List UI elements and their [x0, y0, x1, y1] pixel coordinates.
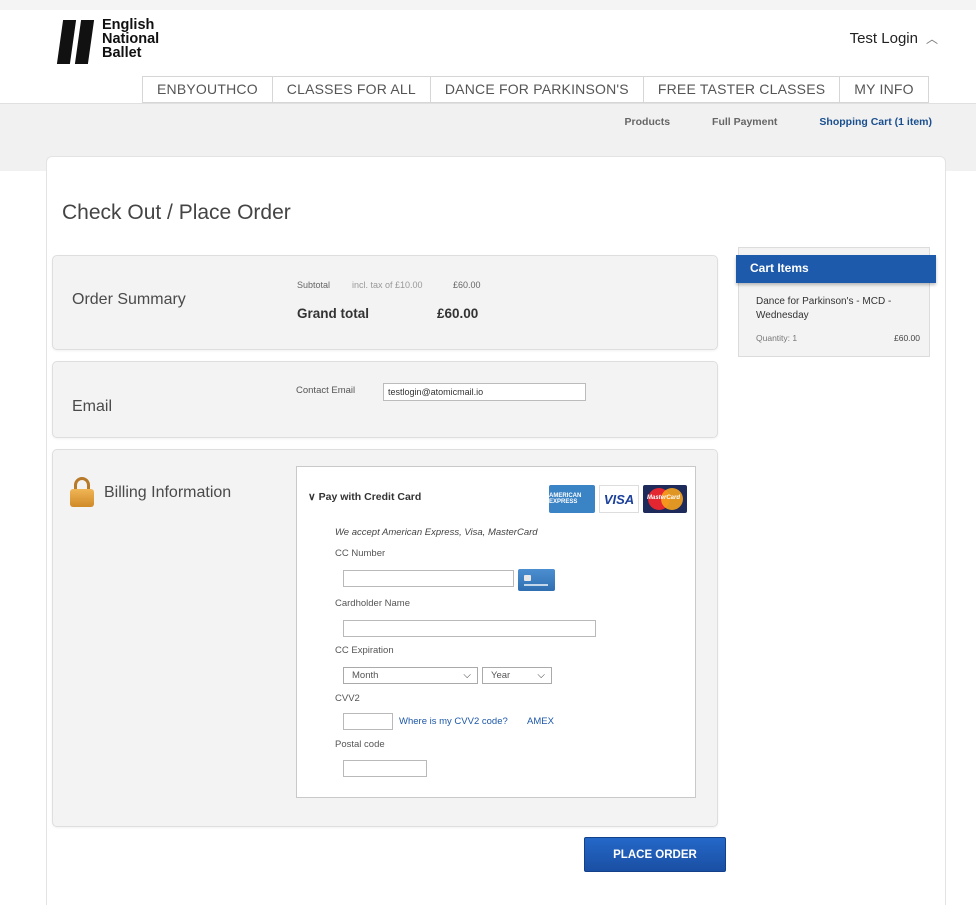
main-nav: ENBYOUTHCO CLASSES FOR ALL DANCE FOR PAR… [142, 76, 929, 103]
logo-mark-icon [56, 18, 98, 64]
grand-total-value: £60.00 [437, 306, 479, 321]
step-shopping-cart[interactable]: Shopping Cart (1 item) [819, 116, 932, 128]
lock-icon [70, 477, 94, 507]
cardholder-name-input[interactable] [343, 620, 596, 637]
chevron-down-icon: ⌵ [537, 670, 545, 681]
page-title: Check Out / Place Order [62, 201, 291, 224]
logo-text: English National Ballet [102, 17, 160, 61]
cardholder-name-label: Cardholder Name [335, 598, 410, 609]
mastercard-logo-icon: MasterCard [643, 485, 687, 513]
cc-expiration-label: CC Expiration [335, 645, 394, 656]
logo-line-3: Ballet [102, 45, 142, 61]
top-strip [0, 0, 976, 10]
month-value: Month [352, 670, 379, 681]
billing-title: Billing Information [104, 484, 232, 501]
step-products[interactable]: Products [625, 116, 671, 128]
chevron-down-icon: ⌵ [463, 670, 471, 681]
contact-email-input[interactable] [383, 383, 586, 401]
cart-item-quantity: Quantity: 1 [756, 333, 798, 343]
expiration-year-select[interactable]: Year ⌵ [482, 667, 552, 684]
accepted-cards-note: We accept American Express, Visa, Master… [335, 527, 538, 538]
place-order-button[interactable]: PLACE ORDER [584, 837, 726, 872]
postal-code-input[interactable] [343, 760, 427, 777]
nav-item-my-info[interactable]: MY INFO [840, 77, 929, 102]
amex-help-link[interactable]: AMEX [527, 716, 554, 727]
year-value: Year [491, 670, 511, 681]
subtotal-value: £60.00 [453, 280, 481, 290]
cvv2-help-link[interactable]: Where is my CVV2 code? [399, 716, 508, 727]
pay-with-credit-card-toggle[interactable]: ∨ Pay with Credit Card [308, 491, 421, 503]
cart-items-title: Cart Items [736, 255, 936, 283]
cc-number-input[interactable] [343, 570, 514, 587]
cvv2-input[interactable] [343, 713, 393, 730]
step-full-payment[interactable]: Full Payment [712, 116, 777, 128]
cart-item-price: £60.00 [894, 333, 920, 343]
nav-item-classes-for-all[interactable]: CLASSES FOR ALL [273, 77, 431, 102]
logo-line-2: National [102, 31, 160, 47]
email-title: Email [72, 398, 113, 415]
nav-item-dance-for-parkinsons[interactable]: DANCE FOR PARKINSON'S [431, 77, 644, 102]
order-summary-title: Order Summary [72, 291, 186, 308]
contact-email-label: Contact Email [296, 385, 356, 396]
login-menu[interactable]: Test Login ︿ [850, 30, 938, 47]
logo-line-1: English [102, 17, 155, 33]
visa-logo-icon: VISA [599, 485, 639, 513]
subtotal-label: Subtotal [297, 280, 331, 290]
postal-code-label: Postal code [335, 739, 385, 750]
page-root: English National Ballet Test Login ︿ ENB… [0, 0, 976, 905]
amex-logo-icon: AMERICAN EXPRESS [549, 485, 595, 513]
chevron-up-icon[interactable]: ︿ [926, 30, 938, 47]
nav-item-free-taster-classes[interactable]: FREE TASTER CLASSES [644, 77, 841, 102]
cc-number-label: CC Number [335, 548, 386, 559]
tax-note: incl. tax of £10.00 [352, 280, 423, 290]
credit-card-icon [518, 569, 555, 591]
cvv2-label: CVV2 [335, 693, 360, 704]
cart-item-name: Dance for Parkinson's - MCD - Wednesday [756, 296, 892, 321]
login-label[interactable]: Test Login [850, 30, 918, 47]
nav-item-enbyouthco[interactable]: ENBYOUTHCO [143, 77, 273, 102]
enb-logo[interactable]: English National Ballet [56, 17, 160, 64]
accepted-cards: AMERICAN EXPRESS VISA MasterCard [549, 485, 687, 513]
grand-total-label: Grand total [297, 306, 370, 321]
checkout-steps: Products Full Payment Shopping Cart (1 i… [625, 116, 932, 128]
expiration-month-select[interactable]: Month ⌵ [343, 667, 478, 684]
